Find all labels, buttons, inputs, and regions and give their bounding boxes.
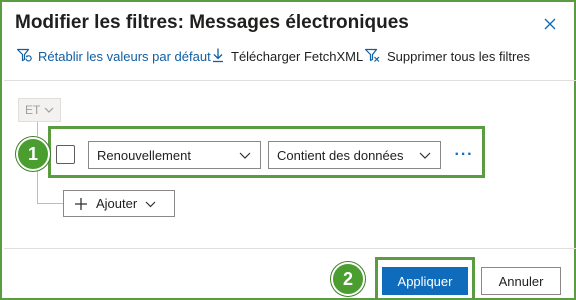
apply-button[interactable]: Appliquer — [382, 267, 468, 295]
header-divider — [4, 80, 576, 81]
field-dropdown-value: Renouvellement — [97, 147, 191, 163]
filter-clear-icon — [364, 47, 387, 66]
clear-filters-label: Supprimer tous les filtres — [387, 48, 531, 64]
filter-reset-icon — [16, 47, 38, 66]
footer-divider — [4, 248, 576, 249]
filter-row-checkbox[interactable] — [56, 145, 75, 164]
download-fetchxml-label: Télécharger FetchXML — [231, 48, 364, 64]
add-button[interactable]: Ajouter — [63, 190, 175, 217]
toolbar: Rétablir les valeurs par défaut Téléchar… — [16, 46, 530, 66]
dialog-title: Modifier les filtres: Messages électroni… — [15, 12, 409, 33]
close-icon[interactable] — [541, 15, 559, 33]
group-operator-value: ET — [25, 103, 41, 117]
download-icon — [211, 47, 231, 66]
plus-icon — [74, 197, 88, 211]
reset-defaults-button[interactable]: Rétablir les valeurs par défaut — [16, 47, 211, 66]
download-fetchxml-button[interactable]: Télécharger FetchXML — [211, 47, 364, 66]
step-badge-2: 2 — [331, 262, 365, 296]
more-options-button[interactable]: ··· — [453, 141, 475, 169]
field-dropdown[interactable]: Renouvellement — [88, 141, 261, 169]
dialog: Modifier les filtres: Messages électroni… — [0, 0, 576, 300]
clear-filters-button[interactable]: Supprimer tous les filtres — [364, 47, 530, 66]
add-button-label: Ajouter — [96, 196, 138, 211]
group-operator-dropdown[interactable]: ET — [18, 98, 61, 122]
chevron-down-icon — [145, 196, 156, 211]
operator-dropdown[interactable]: Contient des données — [268, 141, 441, 169]
operator-dropdown-value: Contient des données — [277, 147, 404, 163]
tree-connector-add — [37, 203, 63, 204]
step-badge-1: 1 — [16, 137, 50, 171]
reset-defaults-label: Rétablir les valeurs par défaut — [38, 48, 211, 64]
cancel-button[interactable]: Annuler — [481, 267, 561, 295]
